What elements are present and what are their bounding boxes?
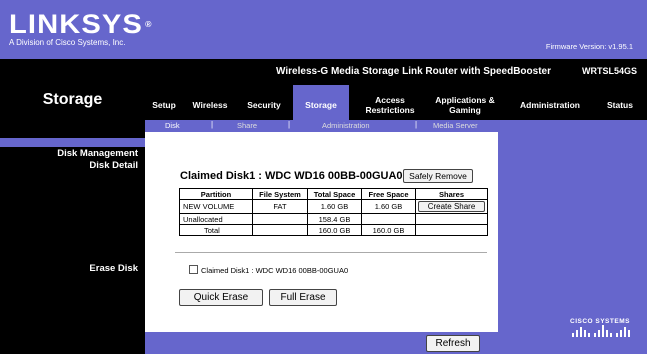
label-disk-detail: Disk Detail: [89, 160, 138, 171]
tab-security[interactable]: Security: [239, 85, 289, 120]
section-divider: [175, 252, 487, 253]
model-number: WRTSL54GS: [581, 66, 637, 76]
sub-tabs: Disk | Share | Administration | Media Se…: [145, 120, 647, 132]
label-erase-disk: Erase Disk: [89, 263, 138, 274]
col-file-system: File System: [252, 188, 308, 200]
cell-fs: FAT: [252, 199, 308, 214]
col-partition: Partition: [179, 188, 253, 200]
col-total-space: Total Space: [307, 188, 362, 200]
main-content: Claimed Disk1 : WDC WD16 00BB-00GUA0 Saf…: [145, 132, 498, 332]
cell-total: 1.60 GB: [307, 199, 362, 214]
linksys-logo: LINKSYS ®: [9, 9, 153, 39]
cell-partition: Total: [179, 224, 253, 236]
section-disk-management: Disk Management: [57, 148, 138, 159]
tab-applications-gaming[interactable]: Applications & Gaming: [427, 85, 503, 120]
partition-table: Partition File System Total Space Free S…: [179, 188, 488, 236]
header-banner: LINKSYS ® A Division of Cisco Systems, In…: [0, 0, 647, 59]
cell-free: 1.60 GB: [361, 199, 416, 214]
tab-storage[interactable]: Storage: [293, 85, 349, 120]
subtab-separator: |: [415, 120, 418, 129]
table-header-row: Partition File System Total Space Free S…: [179, 188, 488, 200]
cell-fs: [252, 224, 308, 236]
main-tabs: Setup Wireless Security Storage Access R…: [145, 85, 647, 120]
tab-administration[interactable]: Administration: [507, 85, 593, 120]
erase-disk-checkbox-label: Claimed Disk1 : WDC WD16 00BB-00GUA0: [201, 266, 349, 275]
tab-access-restrictions[interactable]: Access Restrictions: [357, 85, 423, 120]
col-shares: Shares: [415, 188, 488, 200]
col-free-space: Free Space: [361, 188, 416, 200]
table-row: NEW VOLUME FAT 1.60 GB 1.60 GB Create Sh…: [179, 199, 488, 214]
full-erase-button[interactable]: Full Erase: [269, 289, 337, 306]
safely-remove-button[interactable]: Safely Remove: [403, 169, 473, 183]
firmware-version: Firmware Version: v1.95.1: [545, 42, 633, 51]
table-row: Unallocated 158.4 GB: [179, 213, 488, 225]
cell-free: [361, 213, 416, 225]
cell-partition: Unallocated: [179, 213, 253, 225]
cell-total: 160.0 GB: [307, 224, 362, 236]
cell-free: 160.0 GB: [361, 224, 416, 236]
cell-partition: NEW VOLUME: [179, 199, 253, 214]
cell-share: [415, 213, 488, 225]
create-share-button[interactable]: Create Share: [418, 201, 485, 212]
cell-fs: [252, 213, 308, 225]
subtab-separator: |: [211, 120, 214, 129]
tab-setup[interactable]: Setup: [145, 85, 183, 120]
page-title: Storage: [42, 91, 103, 108]
cell-share: Create Share: [415, 199, 488, 214]
cisco-bars-icon: [572, 325, 630, 337]
subtab-share[interactable]: Share: [237, 121, 257, 130]
disk-title: Claimed Disk1 : WDC WD16 00BB-00GUA0: [180, 170, 403, 182]
subtab-separator: |: [288, 120, 291, 129]
router-admin-page: LINKSYS ® A Division of Cisco Systems, In…: [0, 0, 647, 354]
table-row: Total 160.0 GB 160.0 GB: [179, 224, 488, 236]
product-bar: Wireless-G Media Storage Link Router wit…: [145, 59, 647, 85]
cell-total: 158.4 GB: [307, 213, 362, 225]
bottom-bar: Refresh: [145, 332, 498, 354]
subtab-administration[interactable]: Administration: [322, 121, 370, 130]
subtab-disk[interactable]: Disk: [165, 121, 180, 130]
left-accent-strip: [0, 138, 145, 147]
product-name: Wireless-G Media Storage Link Router wit…: [276, 66, 551, 77]
tab-wireless[interactable]: Wireless: [185, 85, 235, 120]
subtab-media-server[interactable]: Media Server: [433, 121, 478, 130]
cisco-systems-logo: Cisco Systems: [570, 318, 638, 348]
erase-disk-checkbox[interactable]: [189, 265, 198, 274]
division-text: A Division of Cisco Systems, Inc.: [9, 38, 126, 47]
cell-share: [415, 224, 488, 236]
refresh-button[interactable]: Refresh: [426, 335, 480, 352]
quick-erase-button[interactable]: Quick Erase: [179, 289, 263, 306]
tab-status[interactable]: Status: [597, 85, 643, 120]
left-column: Disk Management Disk Detail Erase Disk: [0, 132, 145, 328]
